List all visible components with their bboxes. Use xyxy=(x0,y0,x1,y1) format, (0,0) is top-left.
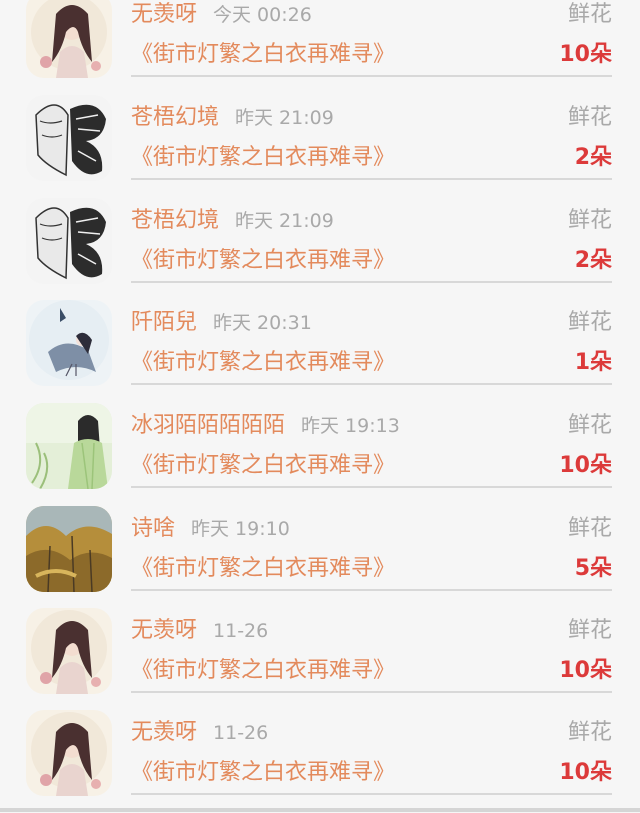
user-name[interactable]: 无羡呀 11-26 xyxy=(131,720,268,746)
list-item[interactable]: 冰羽陌陌陌陌陌 昨天 19:13 鲜花 《街市灯繁之白衣再难寻》 10朵 xyxy=(0,403,640,506)
gift-type: 鲜花 xyxy=(567,310,612,335)
divider xyxy=(131,691,612,693)
avatar[interactable] xyxy=(26,403,112,489)
user-name[interactable]: 冰羽陌陌陌陌陌 昨天 19:13 xyxy=(131,413,400,439)
timestamp: 11-26 xyxy=(213,722,269,744)
user-name-label: 无羡呀 xyxy=(131,618,198,643)
avatar[interactable] xyxy=(26,710,112,796)
timestamp: 昨天 21:09 xyxy=(235,210,334,232)
user-name-label: 阡陌兒 xyxy=(131,310,198,335)
book-title-link[interactable]: 《街市灯繁之白衣再难寻》 xyxy=(131,42,395,68)
gift-type: 鲜花 xyxy=(567,618,612,643)
gift-type: 鲜花 xyxy=(567,2,612,27)
user-name[interactable]: 苍梧幻境 昨天 21:09 xyxy=(131,105,334,131)
book-title-link[interactable]: 《街市灯繁之白衣再难寻》 xyxy=(131,760,395,786)
user-name-label: 无羡呀 xyxy=(131,720,198,745)
gift-count: 10朵 xyxy=(559,42,612,67)
avatar[interactable] xyxy=(26,198,112,284)
user-name-label: 苍梧幻境 xyxy=(131,105,220,130)
timestamp: 昨天 19:13 xyxy=(301,415,400,437)
list-item[interactable]: 苍梧幻境 昨天 21:09 鲜花 《街市灯繁之白衣再难寻》 2朵 xyxy=(0,95,640,198)
divider xyxy=(131,178,612,180)
girl-portrait-icon xyxy=(26,608,112,694)
divider xyxy=(131,281,612,283)
girl-portrait-icon xyxy=(26,0,112,78)
timestamp: 今天 00:26 xyxy=(213,4,312,26)
divider xyxy=(131,486,612,488)
user-name[interactable]: 无羡呀 今天 00:26 xyxy=(131,2,312,28)
book-title-link[interactable]: 《街市灯繁之白衣再难寻》 xyxy=(131,145,395,171)
gift-count: 10朵 xyxy=(559,760,612,785)
list-item[interactable]: 无羡呀 今天 00:26 鲜花 《街市灯繁之白衣再难寻》 10朵 xyxy=(0,0,640,95)
gift-count: 2朵 xyxy=(574,248,612,273)
list-item[interactable]: 阡陌兒 昨天 20:31 鲜花 《街市灯繁之白衣再难寻》 1朵 xyxy=(0,300,640,403)
divider xyxy=(131,383,612,385)
user-name-label: 冰羽陌陌陌陌陌 xyxy=(131,413,286,438)
girl-portrait-icon xyxy=(26,710,112,796)
avatar[interactable] xyxy=(26,95,112,181)
divider xyxy=(131,793,612,795)
gift-type: 鲜花 xyxy=(567,516,612,541)
list-item[interactable]: 无羡呀 11-26 鲜花 《街市灯繁之白衣再难寻》 10朵 xyxy=(0,608,640,711)
green-dress-girl-icon xyxy=(26,403,112,489)
gift-type: 鲜花 xyxy=(567,208,612,233)
list-item[interactable]: 苍梧幻境 昨天 21:09 鲜花 《街市灯繁之白衣再难寻》 2朵 xyxy=(0,198,640,301)
timestamp: 昨天 19:10 xyxy=(191,518,290,540)
gift-count: 1朵 xyxy=(574,350,612,375)
book-title-link[interactable]: 《街市灯繁之白衣再难寻》 xyxy=(131,350,395,376)
gift-type: 鲜花 xyxy=(567,105,612,130)
user-name[interactable]: 阡陌兒 昨天 20:31 xyxy=(131,310,312,336)
user-name[interactable]: 苍梧幻境 昨天 21:09 xyxy=(131,208,334,234)
gift-count: 10朵 xyxy=(559,658,612,683)
ink-figure-icon xyxy=(26,300,112,386)
book-title-link[interactable]: 《街市灯繁之白衣再难寻》 xyxy=(131,248,395,274)
list-item[interactable]: 无羡呀 11-26 鲜花 《街市灯繁之白衣再难寻》 10朵 xyxy=(0,710,640,813)
list-item[interactable]: 诗啥 昨天 19:10 鲜花 《街市灯繁之白衣再难寻》 5朵 xyxy=(0,506,640,609)
book-title-link[interactable]: 《街市灯繁之白衣再难寻》 xyxy=(131,658,395,684)
autumn-trees-icon xyxy=(26,506,112,592)
user-name-label: 诗啥 xyxy=(131,516,176,541)
divider xyxy=(131,589,612,591)
gift-count: 5朵 xyxy=(574,556,612,581)
divider xyxy=(131,75,612,77)
gift-type: 鲜花 xyxy=(567,413,612,438)
timestamp: 昨天 20:31 xyxy=(213,312,312,334)
user-name[interactable]: 诗啥 昨天 19:10 xyxy=(131,516,290,542)
gift-type: 鲜花 xyxy=(567,720,612,745)
timestamp: 11-26 xyxy=(213,620,269,642)
butterfly-face-icon xyxy=(26,95,112,181)
user-name-label: 无羡呀 xyxy=(131,2,198,27)
user-name-label: 苍梧幻境 xyxy=(131,208,220,233)
gift-count: 2朵 xyxy=(574,145,612,170)
timestamp: 昨天 21:09 xyxy=(235,107,334,129)
bottom-edge xyxy=(0,808,640,812)
gift-count: 10朵 xyxy=(559,453,612,478)
butterfly-face-icon xyxy=(26,198,112,284)
user-name[interactable]: 无羡呀 11-26 xyxy=(131,618,268,644)
avatar[interactable] xyxy=(26,608,112,694)
avatar[interactable] xyxy=(26,300,112,386)
avatar[interactable] xyxy=(26,506,112,592)
book-title-link[interactable]: 《街市灯繁之白衣再难寻》 xyxy=(131,556,395,582)
book-title-link[interactable]: 《街市灯繁之白衣再难寻》 xyxy=(131,453,395,479)
avatar[interactable] xyxy=(26,0,112,78)
